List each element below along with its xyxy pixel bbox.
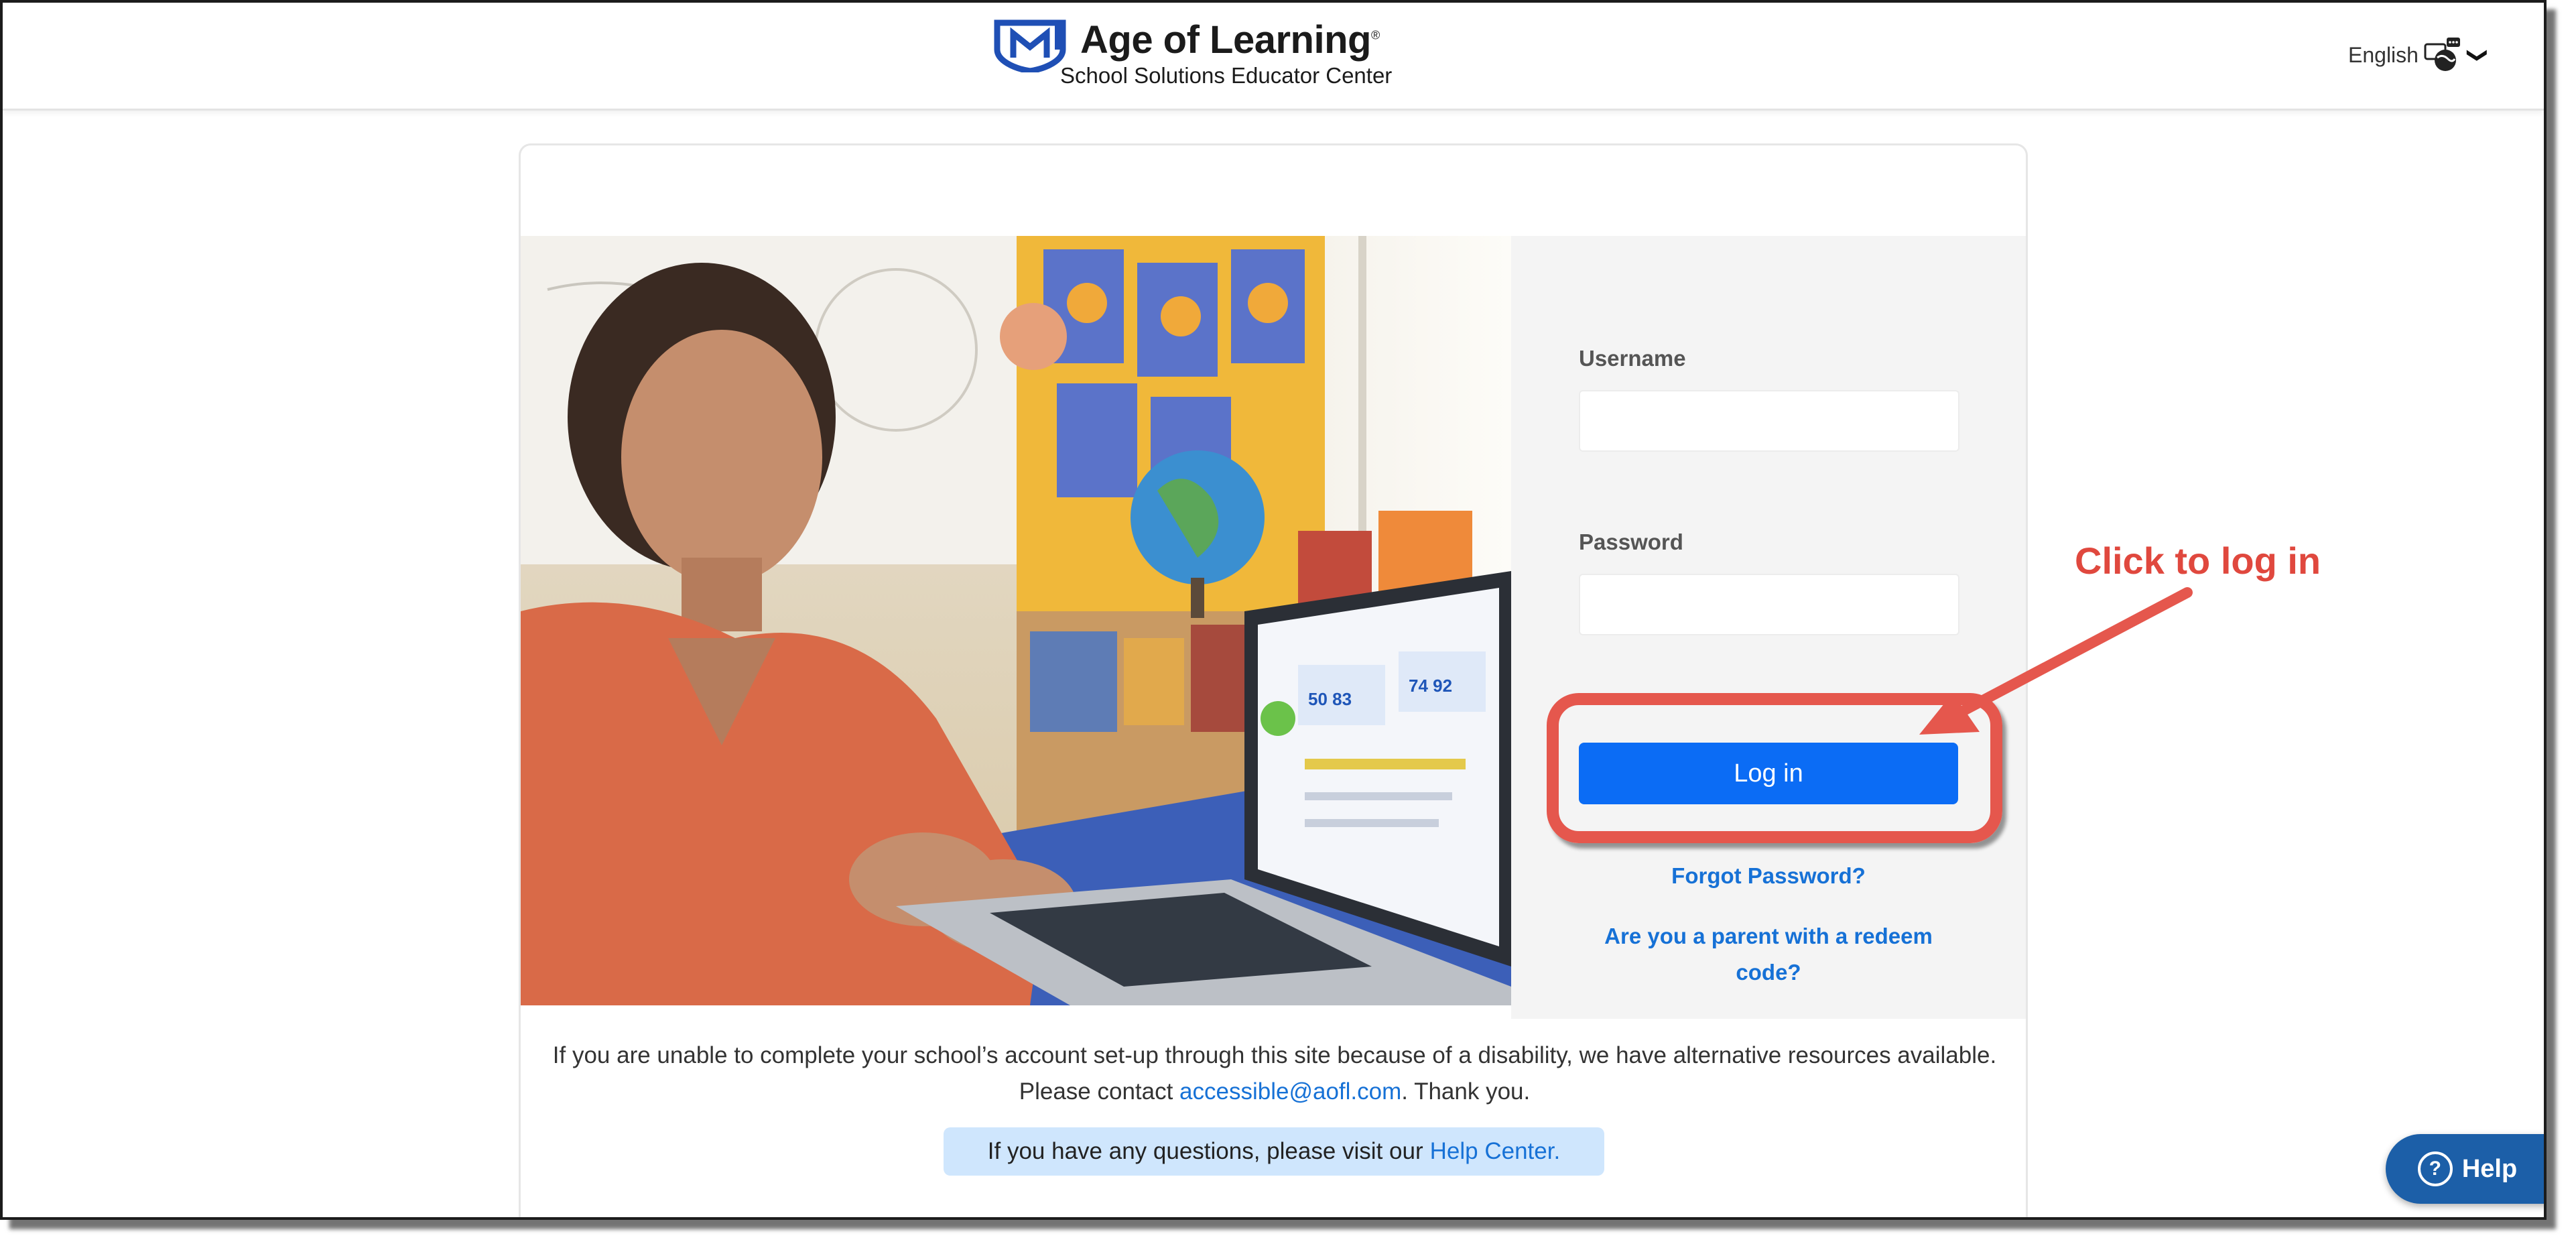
age-of-learning-logo-icon bbox=[994, 19, 1066, 72]
help-center-banner: If you have any questions, please visit … bbox=[944, 1127, 1604, 1176]
notice-line-1: If you are unable to complete your schoo… bbox=[552, 1042, 1997, 1068]
notice-line-2: Please contact accessible@aofl.com. Than… bbox=[1019, 1078, 1531, 1105]
hero-photo-teacher-laptop: 50 83 74 92 bbox=[521, 236, 1511, 1005]
top-bar: Age of Learning® School Solutions Educat… bbox=[3, 3, 2544, 111]
annotation-callout-text: Click to log in bbox=[2075, 540, 2321, 582]
chevron-down-icon: ❯ bbox=[2467, 46, 2490, 64]
help-center-link[interactable]: Help Center. bbox=[1430, 1138, 1561, 1165]
svg-text:74 92: 74 92 bbox=[1409, 676, 1452, 696]
brand-name: Age of Learning® bbox=[1080, 18, 1380, 62]
parent-redeem-line-1: Are you a parent with a redeem bbox=[1604, 924, 1933, 948]
question-circle-icon: ? bbox=[2417, 1151, 2453, 1186]
annotation-arrow-icon bbox=[1919, 587, 2193, 735]
accessibility-notice: If you are unable to complete your schoo… bbox=[522, 1038, 2027, 1110]
browser-window: Age of Learning® School Solutions Educat… bbox=[0, 0, 2547, 1220]
help-widget-label: Help bbox=[2461, 1154, 2518, 1183]
username-input[interactable] bbox=[1579, 390, 1959, 452]
language-label: English bbox=[2348, 42, 2419, 67]
username-label: Username bbox=[1579, 346, 1686, 371]
svg-text:50 83: 50 83 bbox=[1308, 689, 1352, 709]
brand-subtitle: School Solutions Educator Center bbox=[1060, 63, 1393, 88]
help-banner-text: If you have any questions, please visit … bbox=[987, 1138, 1423, 1164]
language-selector[interactable]: English ❯ bbox=[2348, 35, 2489, 75]
globe-chat-icon bbox=[2424, 38, 2460, 71]
password-input[interactable] bbox=[1579, 574, 1959, 635]
help-widget-button[interactable]: ? Help bbox=[2386, 1134, 2544, 1204]
password-label: Password bbox=[1579, 529, 1683, 554]
forgot-password-link[interactable]: Forgot Password? bbox=[1579, 863, 1958, 889]
accessible-email-link[interactable]: accessible@aofl.com bbox=[1179, 1078, 1401, 1105]
parent-redeem-line-2: code? bbox=[1736, 960, 1801, 985]
parent-redeem-code-link[interactable]: Are you a parent with a redeem code? bbox=[1579, 918, 1958, 991]
